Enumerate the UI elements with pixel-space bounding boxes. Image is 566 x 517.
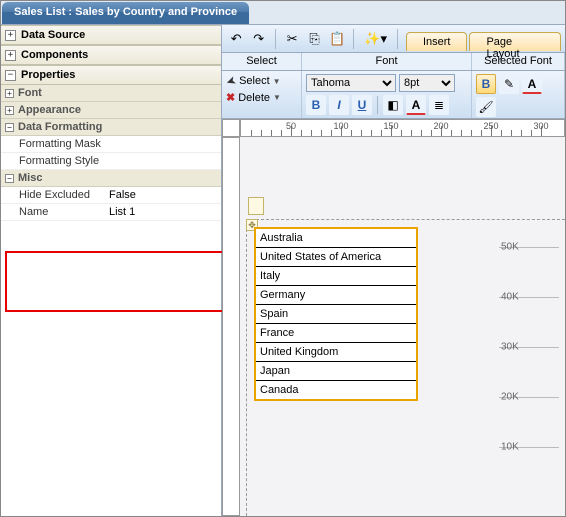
prop-hide-excluded[interactable]: Hide Excluded False [1,187,221,204]
selected-bold-button[interactable]: B [476,74,496,94]
y-axis-label: 10K [501,442,519,453]
tab-page-layout[interactable]: Page Layout [469,32,561,51]
chevron-down-icon: ▼ [273,77,281,86]
cursor-icon: ➤ [224,73,238,90]
ruler-corner [222,119,240,137]
group-selected-font-label: Selected Font [472,53,565,70]
tab-insert[interactable]: Insert [406,32,468,51]
ruler-tick-label: 100 [333,121,348,131]
prop-formatting-style[interactable]: Formatting Style [1,153,221,170]
section-data-source[interactable]: + Data Source [1,25,221,45]
collapse-icon: − [5,123,14,132]
bold-button[interactable]: B [306,95,326,115]
prop-group-data-formatting[interactable]: − Data Formatting [1,119,221,136]
section-components[interactable]: + Components [1,45,221,65]
expand-icon: + [5,106,14,115]
redo-button[interactable]: ↷ [248,28,268,50]
list-item[interactable]: Spain [256,305,416,324]
selected-brush-button[interactable]: 🖌 [476,97,496,117]
page-icon [248,197,264,215]
list-item[interactable]: Canada [256,381,416,399]
font-name-combo[interactable]: Tahoma [306,74,396,92]
quick-toolbar: ↶ ↷ ✂ ⎘ 📋 ✨▾ Insert Page Layout [222,25,565,53]
font-size-combo[interactable]: 8pt [399,74,455,92]
ruler-tick-label: 250 [483,121,498,131]
ruler-tick-label: 50 [286,121,296,131]
design-canvas-area: ↶ ↷ ✂ ⎘ 📋 ✨▾ Insert Page Layout Select F… [222,25,565,516]
list-item[interactable]: Australia [256,229,416,248]
select-tool-button[interactable]: ➤ Select ▼ [226,74,297,88]
chevron-down-icon: ▼ [273,93,281,102]
expand-icon: + [5,89,14,98]
ruler-tick-label: 300 [533,121,548,131]
y-axis-label: 50K [501,242,519,253]
list-item[interactable]: United States of America [256,248,416,267]
copy-button[interactable]: ⎘ [304,28,324,50]
window-title: Sales List : Sales by Country and Provin… [2,2,249,24]
cut-button[interactable]: ✂ [282,28,302,50]
misc-highlight [5,251,232,312]
expand-icon: + [5,30,16,41]
fill-color-button[interactable]: ◧ [383,95,403,115]
chart-y-axis: 50K 40K 30K 20K 10K [499,237,559,516]
section-properties[interactable]: − Properties [1,65,221,85]
list-widget[interactable]: AustraliaUnited States of AmericaItalyGe… [254,227,418,401]
collapse-icon: − [5,174,14,183]
collapse-icon: − [5,70,16,81]
properties-panel: + Data Source + Components − Properties … [1,25,222,516]
prop-group-misc[interactable]: − Misc [1,170,221,187]
design-canvas[interactable]: ✥ AustraliaUnited States of AmericaItaly… [240,137,565,516]
selected-pen-button[interactable]: ✎ [499,74,519,94]
align-button[interactable]: ≣ [429,95,449,115]
y-axis-label: 40K [501,292,519,303]
wizard-button[interactable]: ✨▾ [360,28,391,50]
group-select-label: Select [222,53,302,70]
font-color-button[interactable]: A [406,95,426,115]
list-item[interactable]: Japan [256,362,416,381]
delete-tool-button[interactable]: ✖ Delete ▼ [226,91,297,104]
undo-button[interactable]: ↶ [226,28,246,50]
delete-x-icon: ✖ [226,91,235,104]
vertical-ruler [222,137,240,516]
horizontal-ruler: 50 100 150 200 250 300 [240,119,565,137]
group-font-label: Font [302,53,472,70]
prop-group-appearance[interactable]: + Appearance [1,102,221,119]
ruler-tick-label: 150 [383,121,398,131]
prop-group-font[interactable]: + Font [1,85,221,102]
underline-button[interactable]: U [352,95,372,115]
expand-icon: + [5,50,16,61]
paste-button[interactable]: 📋 [327,28,347,50]
y-axis-label: 30K [501,342,519,353]
prop-formatting-mask[interactable]: Formatting Mask [1,136,221,153]
list-item[interactable]: France [256,324,416,343]
list-item[interactable]: Germany [256,286,416,305]
list-item[interactable]: Italy [256,267,416,286]
y-axis-label: 20K [501,392,519,403]
ruler-tick-label: 200 [433,121,448,131]
list-item[interactable]: United Kingdom [256,343,416,362]
prop-name[interactable]: Name List 1 [1,204,221,221]
selected-font-color-button[interactable]: A [522,74,542,94]
italic-button[interactable]: I [329,95,349,115]
